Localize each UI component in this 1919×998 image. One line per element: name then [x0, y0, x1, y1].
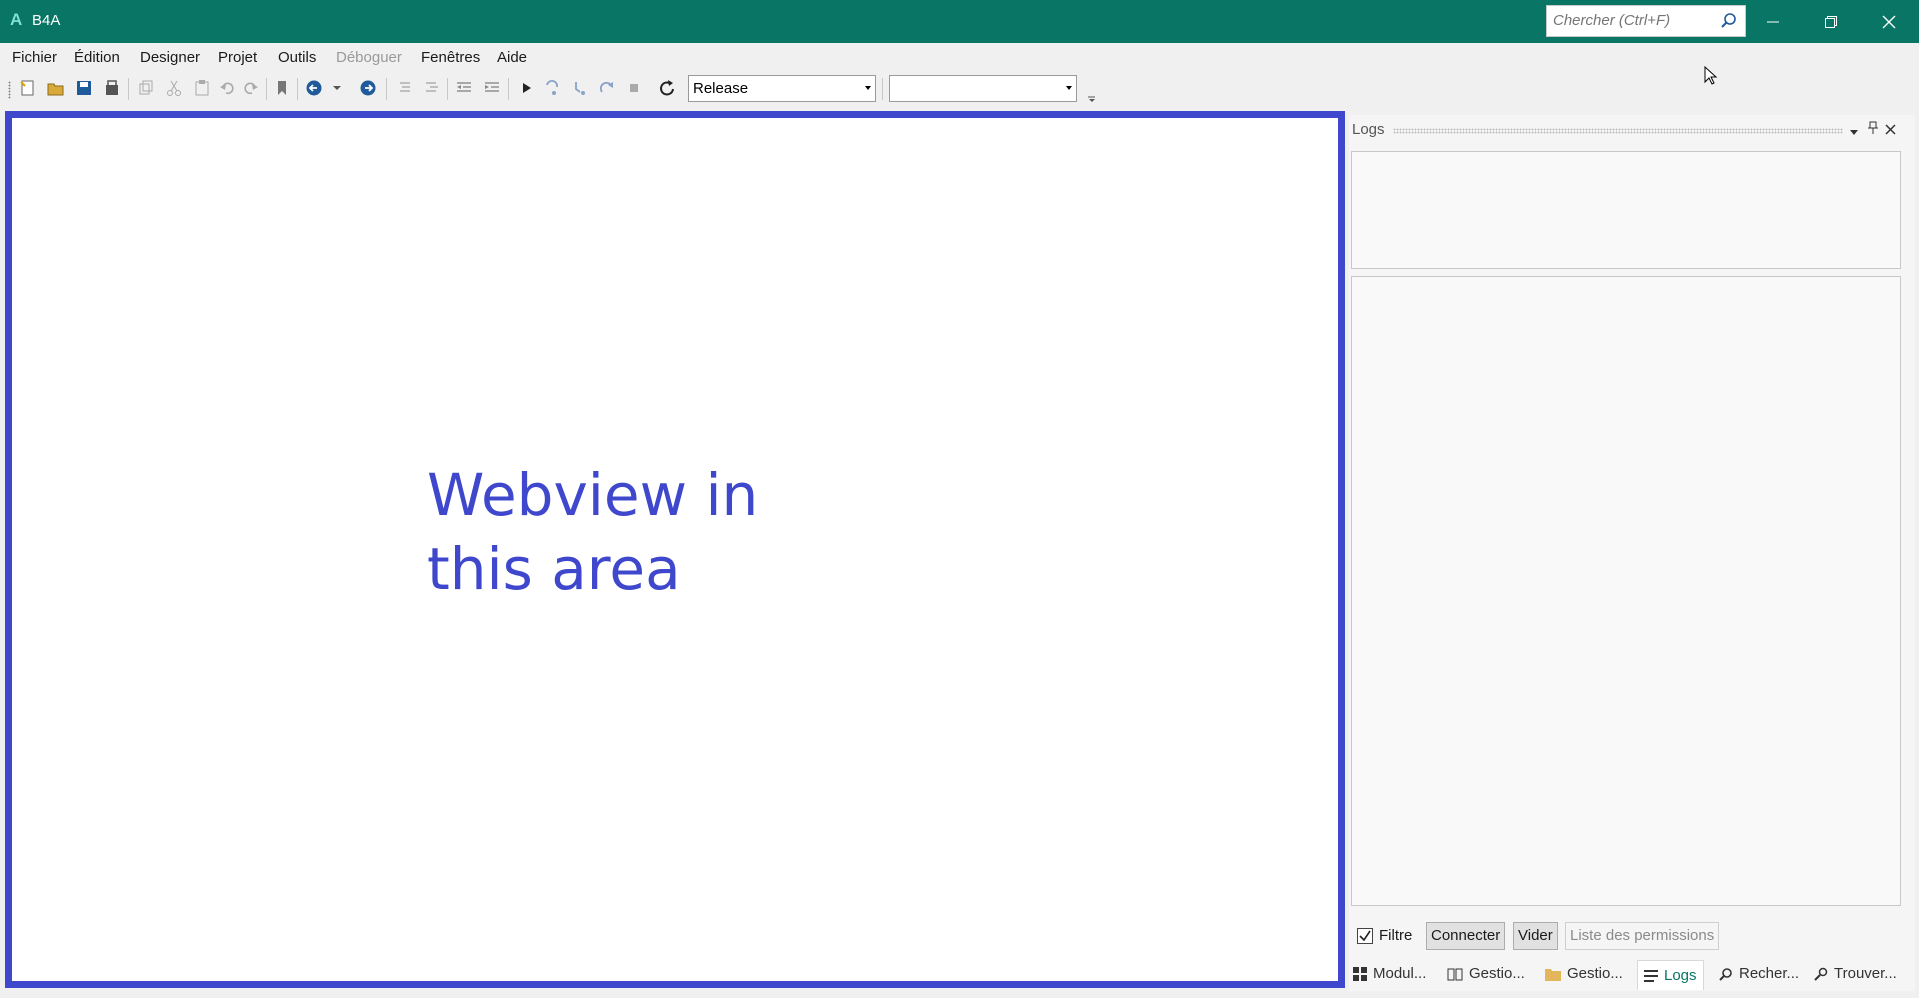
menu-aide[interactable]: Aide	[497, 49, 527, 66]
menu-fenetres[interactable]: Fenêtres	[421, 49, 480, 66]
book-icon	[1447, 968, 1463, 980]
toolbar-separator	[297, 78, 298, 100]
paste-icon[interactable]	[191, 77, 213, 99]
webview-placeholder-text: Webview in this area	[427, 458, 927, 606]
logs-icon	[1644, 969, 1658, 982]
tab-search-label: Recher...	[1739, 965, 1800, 982]
copy-icon[interactable]	[135, 77, 157, 99]
back-history-dropdown-icon[interactable]	[330, 77, 344, 99]
search-box[interactable]	[1546, 5, 1746, 37]
filter-label: Filtre	[1379, 927, 1413, 944]
bookmark-icon[interactable]	[271, 77, 293, 99]
logs-output-area[interactable]	[1351, 276, 1901, 906]
logs-panel: Logs Filtre Connecter Vider Liste des pe…	[1349, 115, 1915, 991]
logs-filter-area[interactable]	[1351, 151, 1901, 269]
close-window-button[interactable]	[1861, 0, 1917, 43]
toolbar-separator	[266, 78, 267, 100]
permissions-list-button[interactable]: Liste des permissions	[1565, 922, 1720, 950]
chevron-down-icon	[865, 86, 871, 90]
checkmark-icon	[1359, 930, 1371, 942]
tab-find-label: Trouver...	[1834, 965, 1897, 982]
cut-icon[interactable]	[163, 77, 185, 99]
modules-icon	[1353, 966, 1367, 981]
close-icon	[1882, 15, 1896, 28]
folder-icon	[1545, 968, 1561, 981]
uncomment-block-icon[interactable]	[420, 77, 442, 99]
build-config-value: Release	[693, 80, 749, 97]
mouse-cursor-icon	[1704, 65, 1718, 91]
toolbar-grip[interactable]	[8, 81, 11, 99]
step-into-icon[interactable]	[569, 77, 591, 99]
menu-fichier[interactable]: Fichier	[12, 49, 57, 66]
device-select[interactable]	[889, 75, 1077, 102]
minimize-button[interactable]	[1745, 0, 1801, 43]
step-over-icon[interactable]	[542, 77, 564, 99]
new-project-icon[interactable]	[17, 77, 39, 99]
undo-icon[interactable]	[216, 77, 238, 99]
toolbar-separator	[386, 78, 387, 100]
open-project-icon[interactable]	[45, 77, 67, 99]
build-config-select[interactable]: Release	[688, 75, 876, 102]
comment-block-icon[interactable]	[392, 77, 414, 99]
export-icon[interactable]	[101, 77, 123, 99]
stop-icon[interactable]	[623, 77, 645, 99]
panel-menu-dropdown-icon[interactable]	[1849, 124, 1859, 142]
tab-modules[interactable]: Modul...	[1353, 965, 1426, 982]
outdent-icon[interactable]	[453, 77, 475, 99]
title-bar: A B4A	[0, 0, 1919, 43]
menu-deboguer[interactable]: Déboguer	[336, 49, 402, 66]
bottom-tab-bar: Modul... Gestio... Gestio... Logs Recher…	[1349, 960, 1919, 992]
navigate-back-icon[interactable]	[303, 77, 325, 99]
restart-icon[interactable]	[656, 77, 678, 99]
tab-libraries-manager[interactable]: Gestio...	[1447, 965, 1525, 982]
toolbar-overflow-icon[interactable]	[1088, 91, 1096, 109]
minimize-icon	[1767, 21, 1779, 22]
tab-files-manager[interactable]: Gestio...	[1545, 965, 1623, 982]
restore-icon	[1825, 15, 1837, 28]
search-icon	[1719, 967, 1732, 981]
menu-projet[interactable]: Projet	[218, 49, 257, 66]
tab-modules-label: Modul...	[1373, 965, 1427, 982]
search-icon[interactable]	[1719, 11, 1739, 31]
logs-footer: Filtre Connecter Vider Liste des permiss…	[1349, 922, 1915, 954]
toolbar-separator	[882, 78, 883, 100]
step-out-icon[interactable]	[596, 77, 618, 99]
close-panel-icon[interactable]	[1885, 122, 1896, 140]
redo-icon[interactable]	[240, 77, 262, 99]
toolbar-separator	[447, 78, 448, 100]
tab-logs[interactable]: Logs	[1637, 960, 1704, 990]
navigate-forward-icon[interactable]	[357, 77, 379, 99]
tab-find[interactable]: Trouver...	[1814, 965, 1897, 982]
webview-line-2: this area	[427, 535, 681, 603]
pin-icon[interactable]	[1867, 121, 1879, 140]
menu-outils[interactable]: Outils	[278, 49, 316, 66]
clear-button[interactable]: Vider	[1513, 922, 1558, 950]
window-title: B4A	[32, 12, 61, 29]
save-icon[interactable]	[73, 77, 95, 99]
search-input[interactable]	[1553, 12, 1713, 29]
toolbar-separator	[508, 78, 509, 100]
tab-search[interactable]: Recher...	[1719, 965, 1799, 982]
chevron-down-icon	[1066, 86, 1072, 90]
menu-edition[interactable]: Édition	[74, 49, 120, 66]
webview-area[interactable]: Webview in this area	[5, 111, 1345, 988]
logs-panel-title: Logs	[1352, 121, 1385, 138]
toolbar-separator	[128, 78, 129, 100]
toolbar: Release	[0, 73, 1919, 105]
menu-designer[interactable]: Designer	[140, 49, 200, 66]
tab-files-label: Gestio...	[1567, 965, 1623, 982]
tab-logs-label: Logs	[1664, 967, 1697, 984]
app-logo-icon: A	[10, 10, 23, 29]
connect-button[interactable]: Connecter	[1426, 922, 1506, 950]
restore-button[interactable]	[1803, 0, 1859, 43]
menu-bar: Fichier Édition Designer Projet Outils D…	[0, 43, 1919, 71]
tab-libraries-label: Gestio...	[1469, 965, 1525, 982]
filter-checkbox[interactable]	[1357, 928, 1373, 944]
find-icon	[1814, 967, 1828, 981]
webview-line-1: Webview in	[427, 461, 759, 529]
run-icon[interactable]	[515, 77, 537, 99]
indent-icon[interactable]	[481, 77, 503, 99]
panel-grip[interactable]	[1393, 128, 1843, 134]
